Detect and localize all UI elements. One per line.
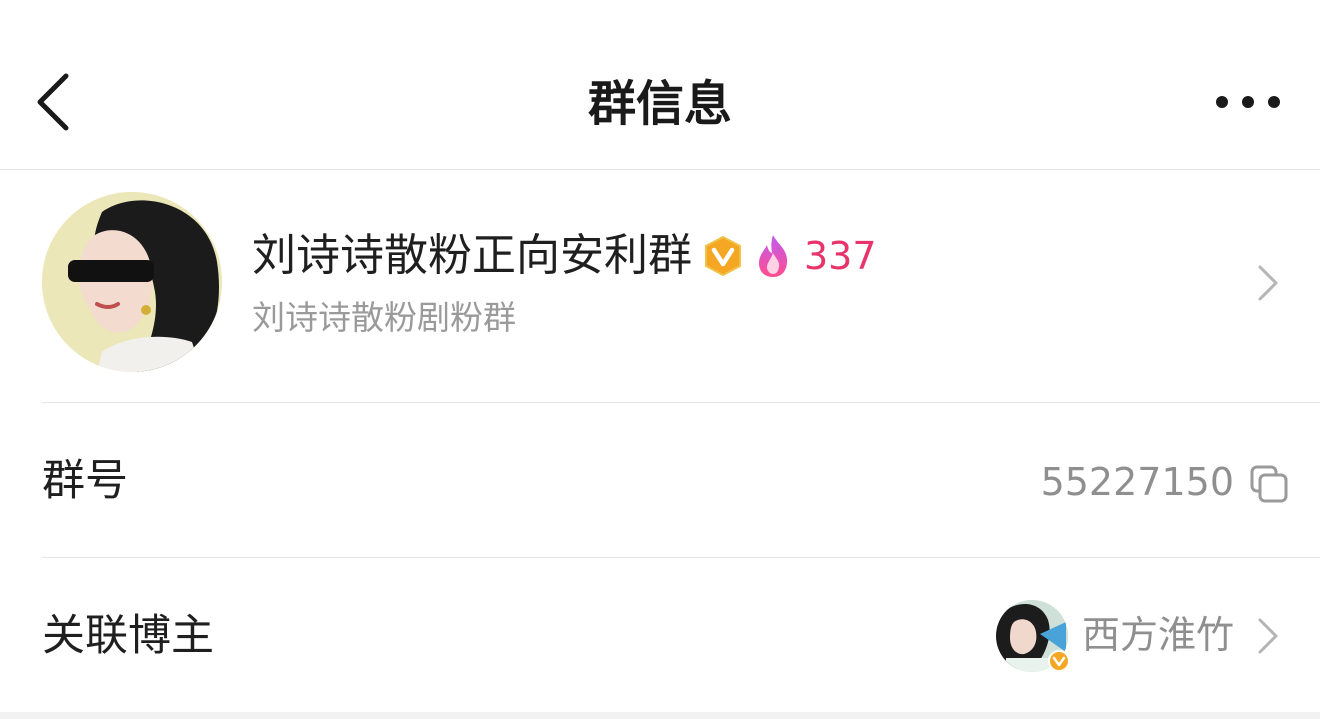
group-id-value: 55227150 (1040, 460, 1234, 504)
page-title: 群信息 (587, 76, 732, 132)
blogger-verified-badge-icon (1048, 650, 1070, 672)
group-card[interactable]: 刘诗诗散粉正向安利群 337 刘诗诗散粉剧粉群 (0, 170, 1320, 402)
group-id-row: 群号 55227150 (0, 403, 1320, 557)
group-name-row: 刘诗诗散粉正向安利群 337 (252, 224, 877, 288)
group-id-label: 群号 (42, 456, 128, 506)
more-button[interactable] (1212, 82, 1284, 122)
copy-icon[interactable] (1250, 465, 1288, 503)
verified-v-badge-icon (705, 235, 741, 277)
chevron-right-icon (1258, 618, 1278, 654)
group-avatar (42, 192, 222, 372)
heat-count: 337 (804, 234, 877, 278)
chevron-right-icon (1258, 265, 1278, 301)
nav-bar: 群信息 (0, 0, 1320, 170)
linked-blogger-row[interactable]: 关联博主 西方淮竹 (0, 558, 1320, 712)
group-subtitle: 刘诗诗散粉剧粉群 (252, 298, 516, 337)
bottom-strip (0, 712, 1320, 719)
linked-blogger-label: 关联博主 (42, 611, 214, 661)
group-name: 刘诗诗散粉正向安利群 (252, 230, 692, 281)
fire-icon (759, 235, 788, 277)
more-dots-icon (1216, 96, 1280, 108)
blogger-name: 西方淮竹 (1081, 613, 1234, 657)
